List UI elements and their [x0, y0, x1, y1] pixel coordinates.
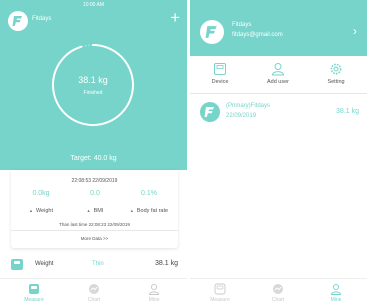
tab-measure[interactable]: Measure — [14, 283, 54, 303]
scale-icon — [214, 283, 226, 295]
scale-icon — [11, 259, 23, 270]
chart-icon — [89, 284, 99, 294]
bmi-change-value: 0.0 — [90, 190, 100, 197]
triangle-up-icon: ▲ — [29, 208, 33, 213]
weight-row-value: 38.1 kg — [155, 260, 178, 267]
tab-chart[interactable]: Chart — [258, 283, 298, 303]
triangle-up-icon: ▲ — [86, 208, 91, 213]
add-user-icon — [271, 63, 285, 76]
weight-change-value: 0.0kg — [32, 190, 50, 197]
weight-row-label: Weight — [35, 261, 54, 267]
person-icon — [331, 283, 341, 295]
chart-icon — [273, 284, 283, 294]
user-name: (Primary)Fitdays — [226, 103, 271, 109]
chevron-right-icon[interactable]: › — [353, 24, 357, 38]
user-list-item[interactable]: (Primary)Fitdays 22/09/2019 38.1 kg — [190, 96, 367, 128]
weight-row-status: Thin — [92, 261, 104, 267]
settings-gear-icon — [330, 63, 342, 75]
measure-header: 10:00 AM Fitdays + 38.1 kg Finished Targ… — [0, 0, 187, 170]
weight-list-item[interactable]: Weight Thin 38.1 kg — [0, 256, 187, 274]
bottom-tab-bar: Measure Chart Mine — [190, 278, 367, 306]
status-bar-time: 10:00 AM — [82, 2, 105, 8]
user-weight: 38.1 kg — [336, 108, 359, 115]
body-fat-metric-label: ▲ Body fat rate — [129, 208, 169, 214]
mine-screen: Fitdays fitdays@gmail.com › Device Add u… — [190, 0, 367, 306]
bottom-tab-bar: Measure Chart Mine — [0, 278, 187, 306]
measure-screen: 10:00 AM Fitdays + 38.1 kg Finished Targ… — [0, 0, 187, 306]
tab-mine[interactable]: Mine — [316, 283, 356, 303]
fitdays-logo-icon — [200, 20, 224, 44]
user-date: 22/09/2019 — [226, 113, 257, 119]
tab-mine[interactable]: Mine — [134, 283, 174, 303]
scale-icon — [29, 284, 39, 294]
person-icon — [149, 283, 159, 295]
device-button[interactable]: Device — [195, 62, 245, 85]
weight-metric-label: ▲ Weight — [29, 208, 53, 214]
plus-icon[interactable]: + — [170, 9, 180, 26]
user-avatar-icon — [200, 102, 220, 122]
fitdays-logo-icon[interactable] — [8, 11, 28, 31]
quick-actions: Device Add user Setting — [190, 56, 367, 94]
triangle-up-icon: ▲ — [129, 208, 134, 213]
tab-measure[interactable]: Measure — [200, 283, 240, 303]
add-user-button[interactable]: Add user — [253, 62, 303, 85]
target-weight: Target: 40.0 kg — [70, 155, 117, 162]
profile-header[interactable]: Fitdays fitdays@gmail.com › — [190, 0, 367, 56]
body-fat-change-value: 0.1% — [141, 190, 157, 197]
more-data-link[interactable]: More Data >> — [11, 236, 178, 241]
device-icon — [214, 63, 226, 75]
measurement-card: 22:08:53 22/09/2019 0.0kg 0.0 0.1% ▲ Weig… — [11, 170, 178, 248]
setting-button[interactable]: Setting — [311, 62, 361, 85]
tab-chart[interactable]: Chart — [74, 283, 114, 303]
profile-email: fitdays@gmail.com — [232, 32, 283, 38]
measurement-timestamp: 22:08:53 22/09/2019 — [71, 178, 118, 184]
current-weight-value: 38.1 kg — [78, 75, 108, 85]
measure-status: Finished — [83, 90, 103, 96]
weight-progress-ring: 38.1 kg Finished — [49, 41, 137, 129]
current-username[interactable]: Fitdays — [32, 16, 51, 22]
card-divider — [11, 230, 178, 231]
bmi-metric-label: ▲ BMI — [86, 208, 104, 214]
profile-name: Fitdays — [232, 22, 252, 28]
last-time-comparison: Than last time 22:08:23 22/09/2019 — [59, 222, 130, 227]
